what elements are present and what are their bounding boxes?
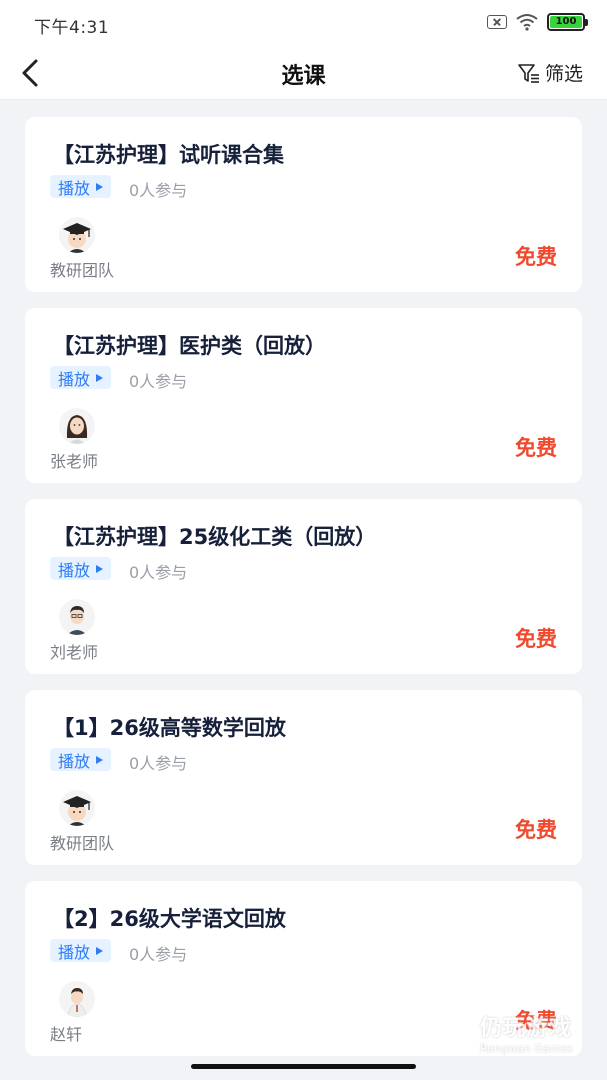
participant-count: 0人参与 bbox=[129, 945, 188, 964]
play-tag-label: 播放 bbox=[58, 178, 91, 198]
battery-level: 100 bbox=[550, 16, 582, 28]
page-title: 选课 bbox=[281, 64, 326, 89]
graduate-avatar bbox=[59, 217, 95, 253]
play-tag-label: 播放 bbox=[58, 942, 91, 962]
course-card[interactable]: 【江苏护理】试听课合集 播放 0人参与 教研团队 免费 bbox=[25, 117, 582, 292]
watermark: 仍玩游戏 Rengwan Games bbox=[430, 1010, 573, 1055]
participant-count: 0人参与 bbox=[129, 181, 188, 200]
home-indicator[interactable] bbox=[191, 1064, 416, 1069]
play-tag[interactable]: 播放 bbox=[50, 939, 112, 962]
play-tag-label: 播放 bbox=[58, 369, 91, 389]
female-teacher-avatar bbox=[59, 408, 95, 444]
teacher-name: 教研团队 bbox=[50, 261, 115, 280]
nav-bar: 选课 筛选 bbox=[0, 46, 607, 100]
course-card[interactable]: 【江苏护理】医护类（回放） 播放 0人参与 张老师 免费 bbox=[25, 308, 582, 483]
play-tag[interactable]: 播放 bbox=[50, 366, 112, 389]
play-tag-label: 播放 bbox=[58, 751, 91, 771]
price-label: 免费 bbox=[515, 627, 557, 651]
wifi-icon bbox=[516, 14, 538, 31]
participant-count: 0人参与 bbox=[129, 372, 188, 391]
teacher-name: 赵轩 bbox=[50, 1025, 83, 1044]
course-title: 【1】26级高等数学回放 bbox=[53, 716, 286, 740]
teacher-name: 张老师 bbox=[50, 452, 99, 471]
filter-label: 筛选 bbox=[544, 63, 583, 85]
play-icon bbox=[96, 755, 104, 764]
price-label: 免费 bbox=[515, 436, 557, 460]
filter-button[interactable]: 筛选 bbox=[517, 59, 583, 86]
battery-icon: 100 bbox=[547, 13, 588, 31]
play-icon bbox=[96, 373, 104, 382]
filter-icon bbox=[518, 63, 539, 83]
participant-count: 0人参与 bbox=[129, 754, 188, 773]
play-tag[interactable]: 播放 bbox=[50, 748, 112, 771]
course-title: 【江苏护理】试听课合集 bbox=[53, 143, 284, 167]
price-label: 免费 bbox=[515, 818, 557, 842]
watermark-title: 仍玩游戏 bbox=[480, 1016, 573, 1041]
teacher-name: 教研团队 bbox=[50, 834, 115, 853]
play-tag[interactable]: 播放 bbox=[50, 175, 112, 198]
play-tag[interactable]: 播放 bbox=[50, 557, 112, 580]
status-time: 下午4:31 bbox=[34, 18, 110, 38]
status-icons: 100 bbox=[487, 13, 588, 31]
watermark-subtitle: Rengwan Games bbox=[480, 1042, 573, 1055]
teacher-name: 刘老师 bbox=[50, 643, 99, 662]
course-title: 【江苏护理】25级化工类（回放） bbox=[53, 525, 377, 549]
play-icon bbox=[96, 564, 104, 573]
course-list: 【江苏护理】试听课合集 播放 0人参与 教研团队 免费 【江苏护理】医护类（回放… bbox=[25, 117, 582, 1072]
play-tag-label: 播放 bbox=[58, 560, 91, 580]
participant-count: 0人参与 bbox=[129, 563, 188, 582]
watermark-logo-icon bbox=[434, 1014, 470, 1051]
course-title: 【江苏护理】医护类（回放） bbox=[53, 334, 326, 358]
male-teacher-avatar bbox=[59, 599, 95, 635]
status-bar: 下午4:31 100 bbox=[0, 0, 607, 46]
course-card[interactable]: 【1】26级高等数学回放 播放 0人参与 教研团队 免费 bbox=[25, 690, 582, 865]
course-title: 【2】26级大学语文回放 bbox=[53, 907, 286, 931]
play-icon bbox=[96, 946, 104, 955]
play-icon bbox=[96, 182, 104, 191]
price-label: 免费 bbox=[515, 245, 557, 269]
course-card[interactable]: 【江苏护理】25级化工类（回放） 播放 0人参与 刘老师 免费 bbox=[25, 499, 582, 674]
teacher-avatar bbox=[59, 981, 95, 1017]
no-sim-icon bbox=[487, 15, 507, 29]
graduate-avatar bbox=[59, 790, 95, 826]
